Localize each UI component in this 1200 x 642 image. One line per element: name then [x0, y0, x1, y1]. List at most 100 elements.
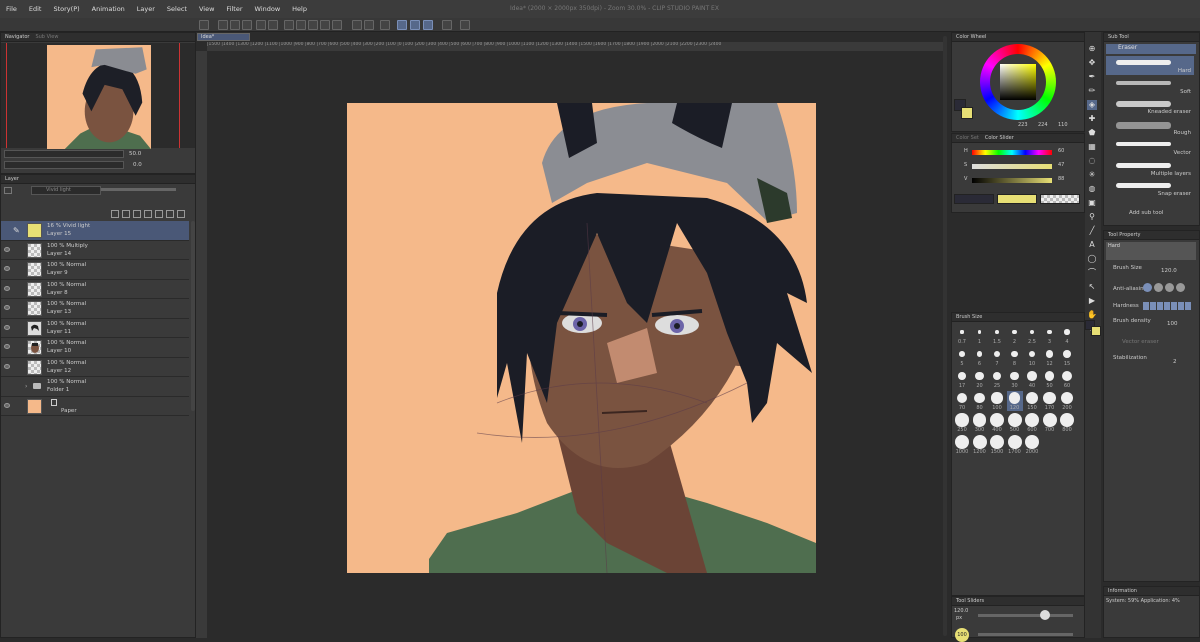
stabilization-value[interactable]: 2: [1173, 359, 1177, 365]
brush-size-option[interactable]: 25: [989, 369, 1005, 389]
clip-icon[interactable]: [199, 20, 209, 30]
menu-view[interactable]: View: [193, 5, 220, 13]
blend-mode-select[interactable]: Vivid light: [31, 186, 101, 195]
brush-size-option[interactable]: 1200: [972, 435, 988, 455]
tab-sub-tool[interactable]: Sub Tool: [1108, 34, 1129, 40]
brush-size-option[interactable]: 50: [1042, 369, 1058, 389]
new-file-icon[interactable]: [218, 20, 228, 30]
eye-icon[interactable]: [4, 324, 10, 330]
save-icon[interactable]: [242, 20, 252, 30]
brush-size-option[interactable]: 250: [954, 413, 970, 433]
layer-row[interactable]: 100 % Normal Layer 13: [1, 299, 189, 319]
layer-row[interactable]: 100 % Normal Layer 12: [1, 357, 189, 377]
menu-edit[interactable]: Edit: [23, 5, 48, 13]
brush-size-option[interactable]: 7: [989, 347, 1005, 367]
brush-size-option[interactable]: 600: [1024, 413, 1040, 433]
snap-guide-icon[interactable]: [410, 20, 420, 30]
brush-size-option[interactable]: 4: [1059, 325, 1075, 345]
menu-story[interactable]: Story(P): [47, 5, 85, 13]
snap-ruler-icon[interactable]: [397, 20, 407, 30]
invert-selection-icon[interactable]: [364, 20, 374, 30]
brush-size-option[interactable]: 120: [1006, 391, 1023, 411]
sub-color-swatch[interactable]: [961, 107, 973, 119]
brush-size-option[interactable]: 1500: [989, 435, 1005, 455]
hand-icon[interactable]: ✋: [1087, 310, 1097, 320]
tab-navigator[interactable]: Navigator: [5, 34, 29, 40]
menu-filter[interactable]: Filter: [220, 5, 248, 13]
move-icon[interactable]: ✥: [1087, 58, 1097, 68]
sub-tool-item[interactable]: Hard: [1106, 56, 1194, 75]
correct-line-icon[interactable]: ↖: [1087, 282, 1097, 292]
hue-ring[interactable]: [980, 44, 1056, 120]
merge-layer-icon[interactable]: [144, 210, 152, 218]
tab-information[interactable]: Information: [1108, 588, 1137, 594]
ruler-icon[interactable]: ⌒: [1087, 268, 1097, 278]
transparent-color-bar[interactable]: [1040, 194, 1080, 204]
crop-icon[interactable]: [352, 20, 362, 30]
eye-icon[interactable]: [4, 363, 10, 369]
sub-tool-group-eraser[interactable]: Eraser: [1106, 44, 1196, 54]
show-selection-icon[interactable]: [380, 20, 390, 30]
brush-size-option[interactable]: 800: [1059, 413, 1075, 433]
brush-size-value[interactable]: 120.0: [1161, 268, 1177, 274]
brush-size-option[interactable]: 60: [1059, 369, 1075, 389]
layer-row[interactable]: 100 % Normal Layer 10: [1, 338, 189, 358]
brush-size-option[interactable]: 20: [972, 369, 988, 389]
layer-row[interactable]: 100 % Normal Layer 8: [1, 279, 189, 299]
transform-icon[interactable]: [296, 20, 306, 30]
redo-icon[interactable]: [268, 20, 278, 30]
brush-size-option[interactable]: 40: [1024, 369, 1040, 389]
main-color-bar[interactable]: [954, 194, 994, 204]
brush-size-option[interactable]: 100: [989, 391, 1005, 411]
menu-help[interactable]: Help: [286, 5, 313, 13]
value-slider[interactable]: [972, 178, 1052, 183]
tab-tool-property[interactable]: Tool Property: [1108, 232, 1140, 238]
sub-tool-item[interactable]: Soft: [1106, 76, 1194, 96]
new-raster-layer-icon[interactable]: [111, 210, 119, 218]
layer-scrollbar[interactable]: [191, 221, 195, 411]
hardness-slider[interactable]: [1143, 302, 1191, 310]
document-tab[interactable]: Idea*: [197, 33, 250, 41]
brush-size-option[interactable]: 1000: [954, 435, 970, 455]
brush-size-option[interactable]: 2000: [1024, 435, 1040, 455]
select-lasso-icon[interactable]: ◌: [1087, 156, 1097, 166]
layer-row[interactable]: 100 % Multiply Layer 14: [1, 240, 189, 260]
auto-select-icon[interactable]: ✳: [1087, 170, 1097, 180]
menu-animation[interactable]: Animation: [86, 5, 131, 13]
tab-tool-sliders[interactable]: Tool Sliders: [956, 598, 984, 604]
layer-row[interactable]: ✎ 16 % Vivid light Layer 15: [1, 221, 189, 241]
brush-size-option[interactable]: 200: [1059, 391, 1075, 411]
brush-density-value[interactable]: 100: [1167, 321, 1178, 327]
brush-size-option[interactable]: 300: [972, 413, 988, 433]
tool-size-slider[interactable]: [978, 614, 1073, 617]
brush-size-option[interactable]: 80: [972, 391, 988, 411]
eraser-icon[interactable]: ◈: [1087, 100, 1097, 110]
tab-color-set[interactable]: Color Set: [956, 135, 979, 141]
brush-size-option[interactable]: 70: [954, 391, 970, 411]
new-folder-icon[interactable]: [133, 210, 141, 218]
eyedropper-icon[interactable]: ⚲: [1087, 212, 1097, 222]
airbrush-icon[interactable]: ◍: [1087, 184, 1097, 194]
decoration-icon[interactable]: ▣: [1087, 198, 1097, 208]
select-all-icon[interactable]: [320, 20, 330, 30]
brush-size-option[interactable]: 15: [1059, 347, 1075, 367]
toolbox-sub-color[interactable]: [1091, 326, 1101, 336]
brush-size-option[interactable]: 700: [1042, 413, 1058, 433]
brush-size-option[interactable]: 2.5: [1024, 325, 1040, 345]
brush-size-option[interactable]: 400: [989, 413, 1005, 433]
mask-icon[interactable]: [155, 210, 163, 218]
brush-size-option[interactable]: 8: [1007, 347, 1023, 367]
brush-size-option[interactable]: 30: [1007, 369, 1023, 389]
aa-strong-option[interactable]: [1176, 283, 1185, 292]
menu-select[interactable]: Select: [161, 5, 193, 13]
chevron-right-icon[interactable]: ›: [25, 383, 27, 390]
menu-file[interactable]: File: [0, 5, 23, 13]
tool-opacity-slider[interactable]: [978, 633, 1073, 636]
navigator-zoom-slider[interactable]: [4, 150, 124, 158]
clear-icon[interactable]: [284, 20, 294, 30]
brush-size-option[interactable]: 10: [1024, 347, 1040, 367]
delete-layer-icon[interactable]: [177, 210, 185, 218]
layer-row[interactable]: 100 % Normal Layer 9: [1, 260, 189, 280]
blend-icon[interactable]: ✚: [1087, 114, 1097, 124]
saturation-value-square[interactable]: [1000, 64, 1036, 100]
